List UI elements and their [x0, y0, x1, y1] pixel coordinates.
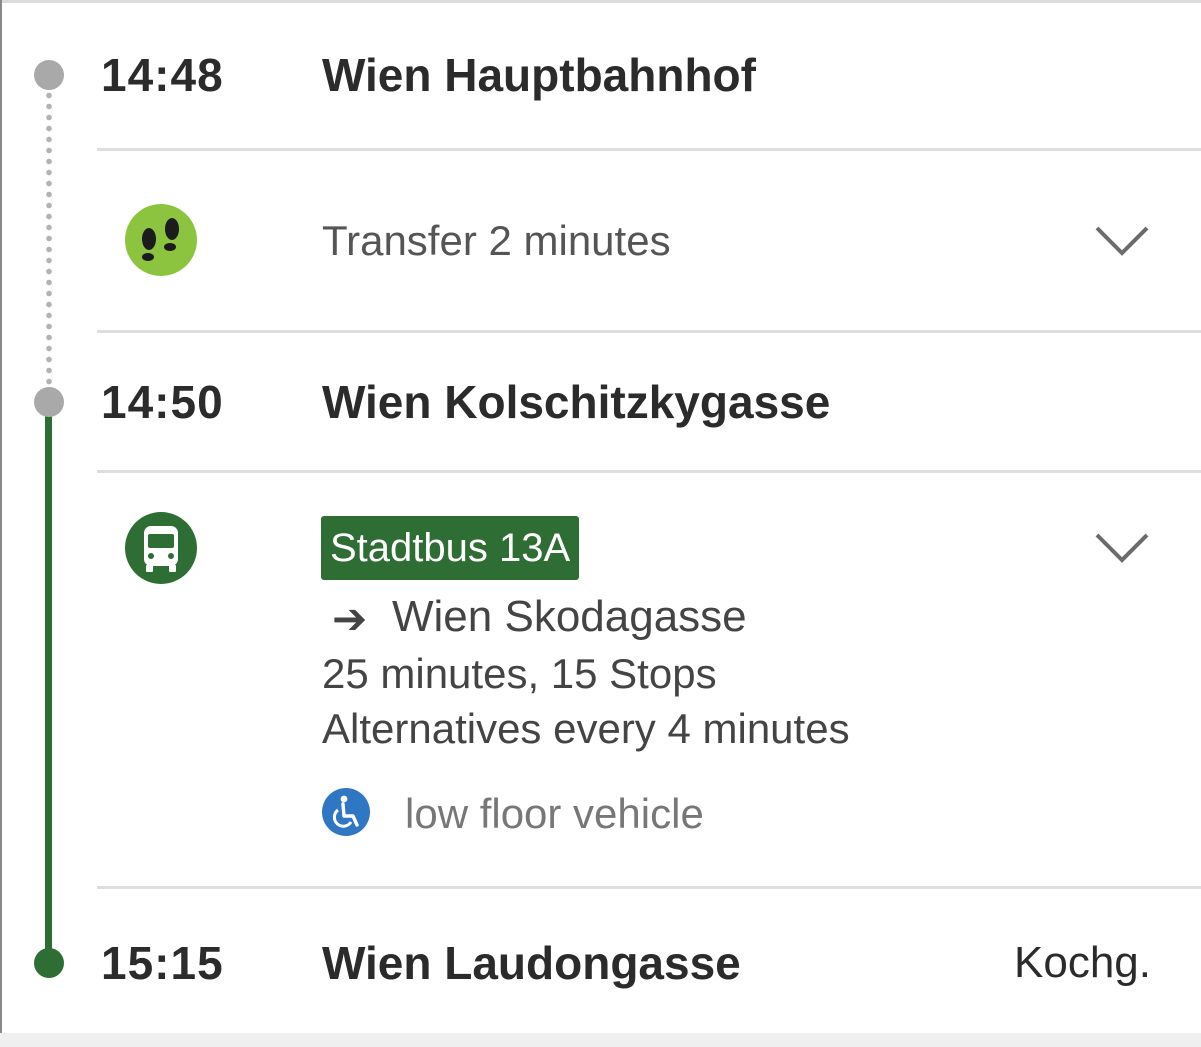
- divider: [97, 470, 1201, 473]
- transfer-label: Transfer 2 minutes: [322, 217, 671, 264]
- timeline-bus-line: [45, 402, 52, 964]
- timeline-dot-start: [34, 60, 64, 90]
- direction-destination: Wien Skodagasse: [392, 592, 747, 641]
- leg-alternatives: Alternatives every 4 minutes: [322, 705, 850, 752]
- bottom-band: [0, 1033, 1201, 1047]
- timeline-dot-transfer: [34, 387, 64, 417]
- wheelchair-icon: [322, 788, 370, 836]
- leg-duration-stops: 25 minutes, 15 Stops: [322, 650, 717, 697]
- stop-time: 14:50: [101, 376, 224, 428]
- footsteps-icon: [125, 204, 197, 276]
- chevron-down-icon[interactable]: [1095, 533, 1149, 563]
- direction-arrow: ➔: [332, 595, 368, 642]
- divider: [97, 148, 1201, 151]
- top-border: [0, 0, 1201, 3]
- divider: [97, 886, 1201, 889]
- chevron-down-icon[interactable]: [1095, 226, 1149, 256]
- stop-station-name: Wien Kolschitzkygasse: [322, 376, 831, 428]
- stop-platform: Kochg.: [1014, 938, 1151, 987]
- line-badge: Stadtbus 13A: [321, 516, 580, 580]
- timeline-dot-end: [34, 948, 64, 978]
- stop-time: 14:48: [101, 49, 224, 101]
- stop-station-name: Wien Laudongasse: [322, 937, 741, 989]
- bus-icon: [125, 512, 197, 584]
- low-floor-label: low floor vehicle: [405, 790, 704, 837]
- stop-station-name: Wien Hauptbahnhof: [322, 49, 756, 101]
- divider: [97, 330, 1201, 333]
- stop-time: 15:15: [101, 937, 224, 989]
- timeline-walk-dotted-line: [46, 90, 52, 390]
- left-border: [0, 0, 2, 1047]
